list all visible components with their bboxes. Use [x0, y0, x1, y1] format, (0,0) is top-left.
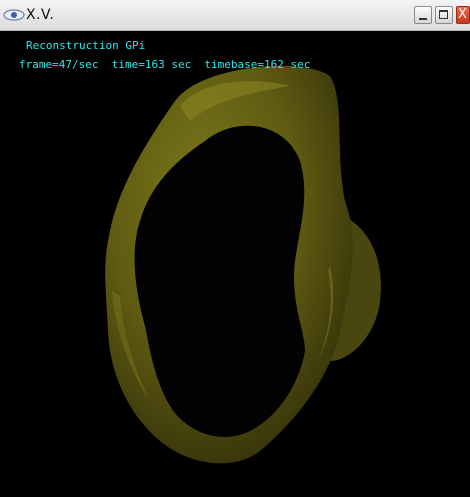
title-bar[interactable]: X.V. X — [0, 0, 470, 31]
maximize-button[interactable] — [435, 6, 453, 24]
minimize-button[interactable] — [414, 6, 432, 24]
window-title: X.V. — [26, 7, 55, 23]
close-icon: X — [458, 7, 467, 22]
app-window: X.V. X Reconstruction GPi frame=47/sec t… — [0, 0, 470, 497]
render-canvas[interactable]: Reconstruction GPi frame=47/sec time=163… — [0, 31, 470, 497]
overlay-stats: frame=47/sec time=163 sec timebase=162 s… — [19, 58, 311, 71]
minimize-icon — [419, 18, 427, 20]
maximize-icon — [439, 10, 448, 19]
overlay-title: Reconstruction GPi — [26, 39, 146, 52]
eye-icon — [3, 9, 25, 21]
gpi-surface-render — [105, 65, 381, 464]
close-button[interactable]: X — [456, 6, 470, 24]
